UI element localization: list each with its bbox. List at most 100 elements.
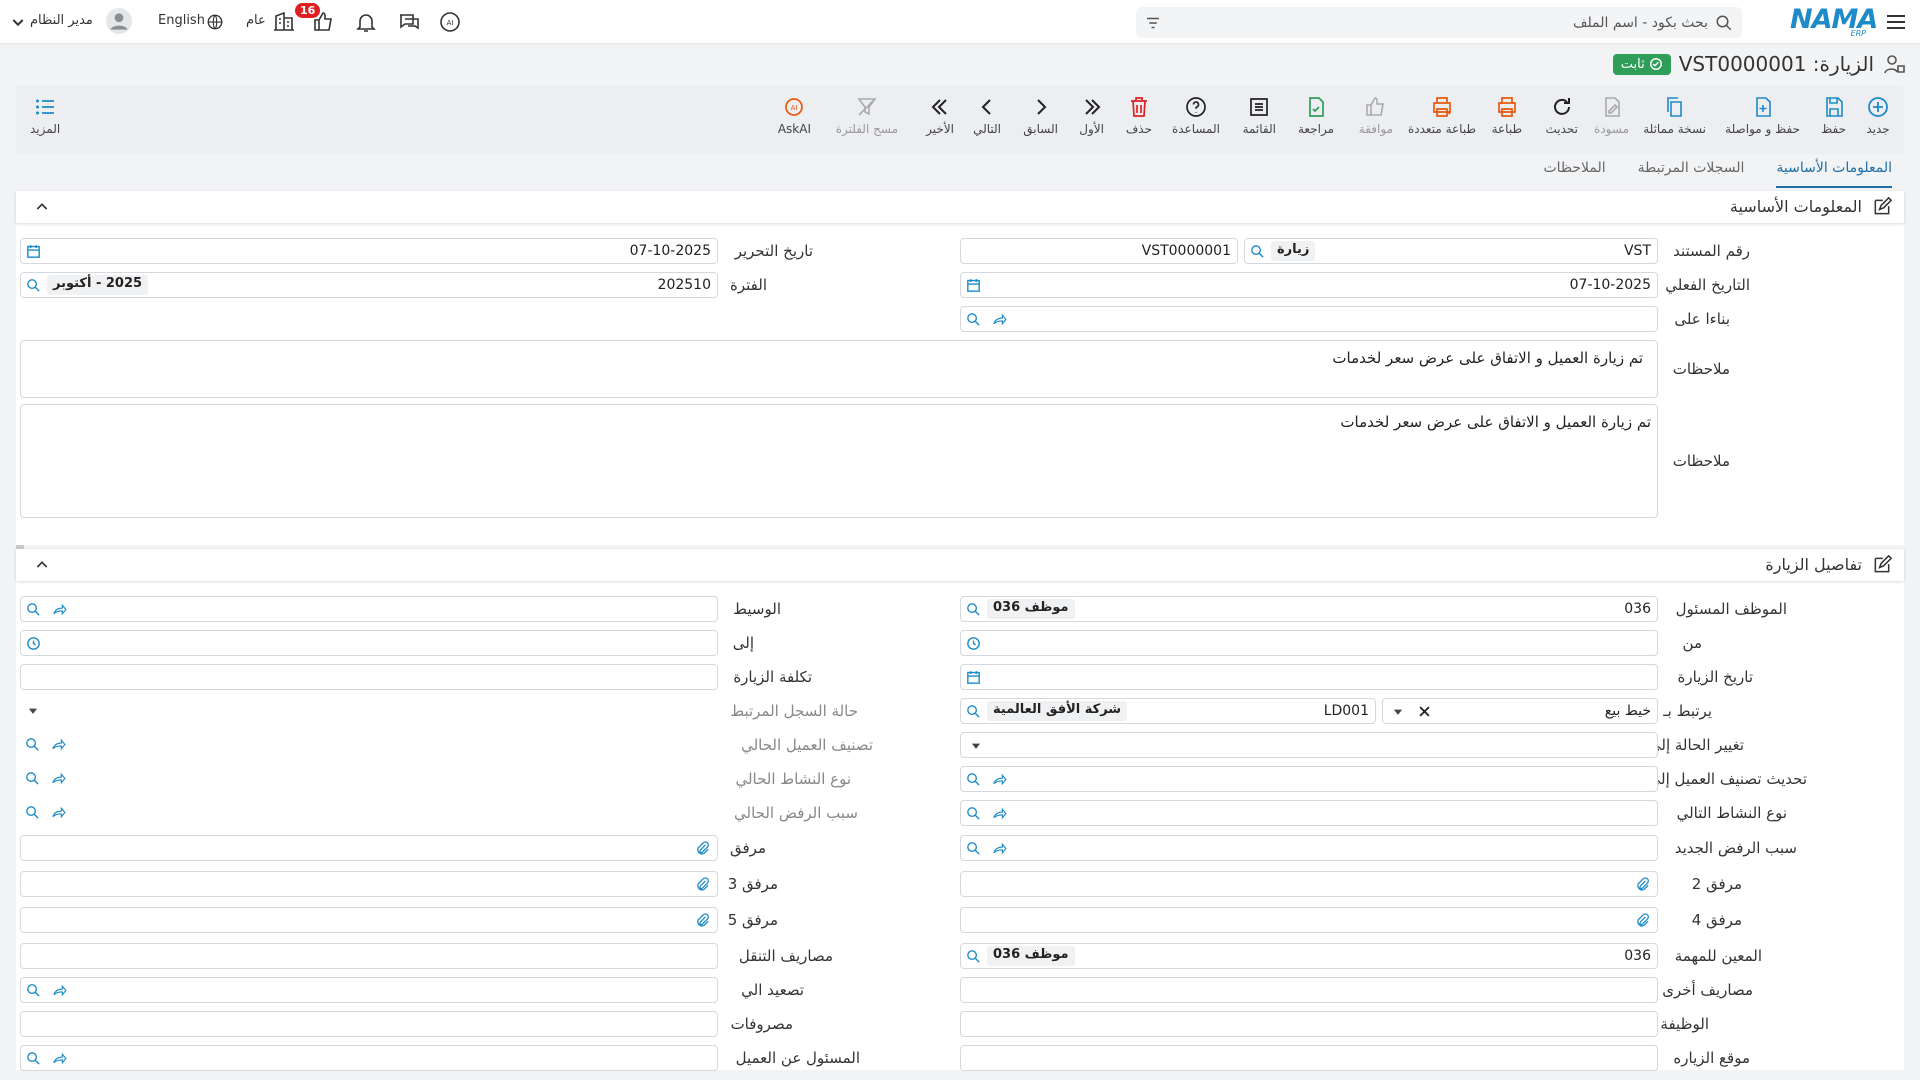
visit-date-field[interactable]	[960, 664, 1658, 690]
broker-field[interactable]	[20, 596, 718, 622]
search-lookup-icon[interactable]	[25, 277, 42, 294]
search-lookup-icon[interactable]	[1249, 243, 1266, 260]
help-button[interactable]: المساعدة	[1172, 95, 1220, 136]
next-activity-field[interactable]	[960, 800, 1658, 826]
responsible-field[interactable]: 036 موظف 036	[960, 596, 1658, 622]
tab-basic-info[interactable]: المعلومات الأساسية	[1776, 160, 1892, 188]
approve-button[interactable]: موافقة	[1359, 95, 1393, 136]
close-icon[interactable]	[1417, 704, 1432, 719]
period-field[interactable]: 202510 2025 - أكتوبر	[20, 272, 718, 298]
based-on-field[interactable]	[960, 306, 1658, 332]
previous-button[interactable]: السابق	[1023, 95, 1058, 136]
share-arrow-icon[interactable]	[991, 840, 1008, 857]
from-field[interactable]	[960, 630, 1658, 656]
paperclip-icon[interactable]	[694, 876, 711, 893]
print-button[interactable]: طباعة	[1492, 95, 1522, 136]
attach4-field[interactable]	[960, 907, 1658, 933]
linked-record-field[interactable]: LD001 شركة الأفق العالمية	[960, 698, 1376, 724]
search-lookup-icon[interactable]	[965, 948, 982, 965]
building-icon[interactable]	[272, 10, 296, 34]
general-label[interactable]: عام	[246, 13, 266, 28]
attach2-field[interactable]	[960, 871, 1658, 897]
new-button[interactable]: جديد	[1866, 95, 1890, 136]
visit-location-field[interactable]	[960, 1045, 1658, 1071]
globe-icon[interactable]	[206, 13, 224, 31]
calendar-icon[interactable]	[25, 243, 42, 260]
new-reject-field[interactable]	[960, 835, 1658, 861]
search-lookup-icon[interactable]	[25, 982, 42, 999]
chevron-down-icon[interactable]	[10, 14, 26, 30]
next-button[interactable]: التالي	[973, 95, 1001, 136]
basic-info-header[interactable]: المعلومات الأساسية	[16, 191, 1904, 223]
update-class-field[interactable]	[960, 766, 1658, 792]
travel-field[interactable]	[20, 943, 718, 969]
paperclip-icon[interactable]	[694, 840, 711, 857]
share-arrow-icon[interactable]	[991, 771, 1008, 788]
paperclip-icon[interactable]	[1634, 912, 1651, 929]
delete-button[interactable]: حذف	[1126, 95, 1152, 136]
search-lookup-icon[interactable]	[965, 703, 982, 720]
other-exp-field[interactable]	[960, 977, 1658, 1003]
doc-number-field[interactable]: VST0000001	[960, 238, 1238, 264]
share-arrow-icon[interactable]	[51, 1050, 68, 1067]
menu-icon[interactable]	[1884, 10, 1908, 34]
attach3-field[interactable]	[20, 871, 718, 897]
language-switch[interactable]: English	[158, 13, 205, 28]
search-lookup-icon[interactable]	[25, 1050, 42, 1067]
draft-button[interactable]: مسودة	[1594, 95, 1629, 136]
linked-type-select[interactable]: خيط بيع	[1382, 698, 1658, 724]
share-arrow-icon[interactable]	[991, 805, 1008, 822]
share-arrow-icon[interactable]	[51, 982, 68, 999]
filter-icon[interactable]	[1144, 14, 1162, 32]
search-lookup-icon[interactable]	[965, 601, 982, 618]
last-button[interactable]: الأخير	[926, 95, 954, 136]
search-lookup-icon[interactable]	[965, 805, 982, 822]
dropdown-arrow-icon[interactable]	[1391, 705, 1405, 719]
job-field[interactable]	[960, 1011, 1658, 1037]
search-input[interactable]	[1208, 7, 1708, 38]
attach5-field[interactable]	[20, 907, 718, 933]
search-lookup-icon[interactable]	[965, 311, 982, 328]
first-button[interactable]: الأول	[1079, 95, 1104, 136]
search-lookup-icon[interactable]	[25, 601, 42, 618]
more-button[interactable]: المزيد	[30, 95, 60, 136]
notes2-textarea[interactable]: تم زيارة العميل و الاتفاق على عرض سعر لخ…	[20, 404, 1658, 518]
refresh-button[interactable]: تحديث	[1545, 95, 1578, 136]
search-lookup-icon[interactable]	[965, 840, 982, 857]
share-arrow-icon[interactable]	[991, 311, 1008, 328]
assigned-field[interactable]: 036 موظف 036	[960, 943, 1658, 969]
ai-assistant-icon[interactable]: AI	[438, 10, 462, 34]
share-arrow-icon[interactable]	[51, 601, 68, 618]
list-button[interactable]: القائمة	[1243, 95, 1276, 136]
askai-button[interactable]: AI AskAI	[778, 95, 811, 136]
copy-button[interactable]: نسخة مماثلة	[1643, 95, 1706, 136]
clock-icon[interactable]	[965, 635, 982, 652]
client-resp-field[interactable]	[20, 1045, 718, 1071]
paperclip-icon[interactable]	[694, 912, 711, 929]
search-lookup-icon[interactable]	[965, 771, 982, 788]
visit-details-header[interactable]: تفاصيل الزيارة	[16, 549, 1904, 581]
actual-date-field[interactable]: 07-10-2025	[960, 272, 1658, 298]
expenses-field[interactable]	[20, 1011, 718, 1037]
calendar-icon[interactable]	[965, 669, 982, 686]
clear-filter-button[interactable]: مسح الفلترة	[836, 95, 898, 136]
chevron-up-icon[interactable]	[34, 557, 50, 573]
tab-notes[interactable]: الملاحظات	[1543, 160, 1605, 188]
dropdown-arrow-icon[interactable]	[969, 739, 983, 753]
paperclip-icon[interactable]	[1634, 876, 1651, 893]
user-name[interactable]: مدير النظام	[30, 13, 93, 28]
nama-logo[interactable]: NAMA ERP	[1790, 4, 1878, 38]
avatar[interactable]	[106, 8, 132, 34]
calendar-icon[interactable]	[965, 277, 982, 294]
escalate-field[interactable]	[20, 977, 718, 1003]
chat-icon[interactable]	[397, 10, 421, 34]
change-status-select[interactable]	[960, 732, 1658, 758]
notes-textarea[interactable]: تم زيارة العميل و الاتفاق على عرض سعر لخ…	[20, 340, 1658, 398]
doc-prefix-field[interactable]: VST زيارة	[1244, 238, 1658, 264]
bell-icon[interactable]	[354, 10, 378, 34]
edit-date-field[interactable]: 07-10-2025	[20, 238, 718, 264]
visit-cost-field[interactable]	[20, 664, 718, 690]
to-field[interactable]	[20, 630, 718, 656]
save-button[interactable]: حفظ	[1821, 95, 1846, 136]
chevron-up-icon[interactable]	[34, 199, 50, 215]
